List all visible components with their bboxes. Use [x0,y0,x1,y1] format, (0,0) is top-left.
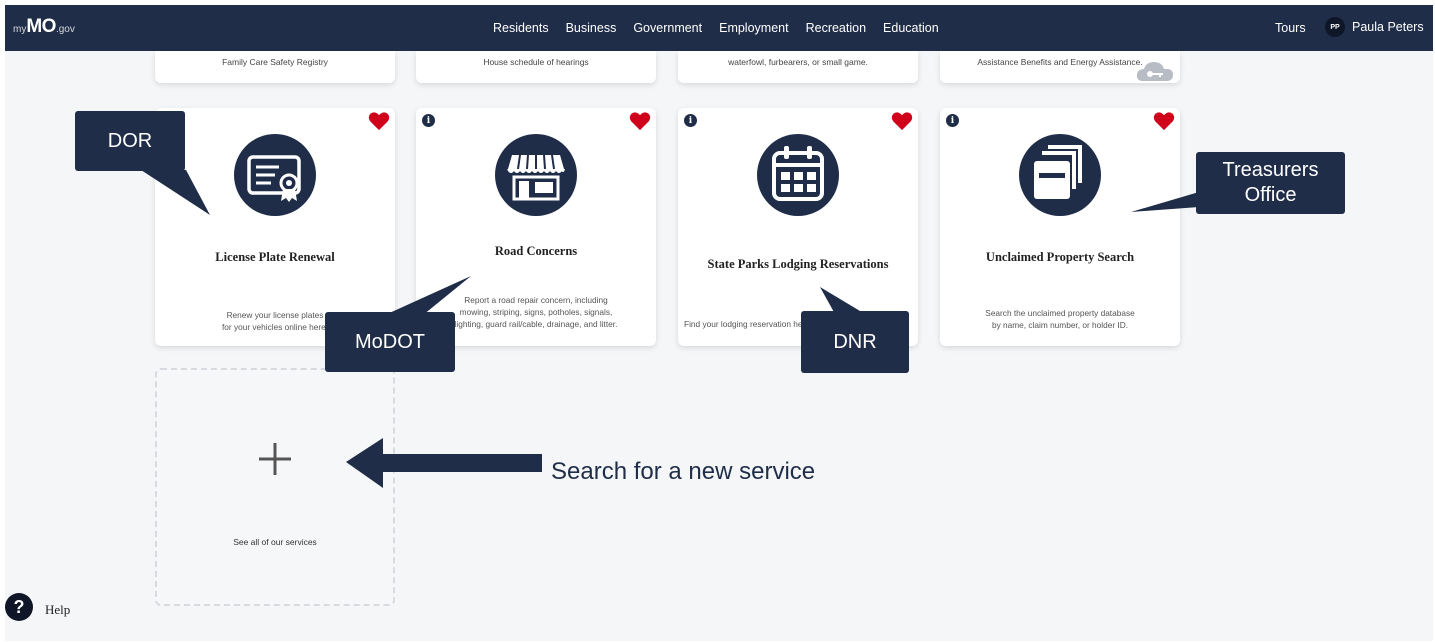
service-card-license-plate-renewal[interactable]: i License Plate Renewal Renew your licen… [155,108,395,346]
card-title: Road Concerns [494,244,578,258]
nav-government[interactable]: Government [633,21,702,35]
add-service-card[interactable]: See all of our services [155,368,395,606]
cloud-key-icon [1136,62,1173,81]
service-card-top-2[interactable]: House schedule of hearings [416,51,656,83]
callout-treasurers-office: Treasurers Office [1196,152,1345,214]
card-description: House schedule of hearings [483,57,589,67]
card-title: State Parks Lodging Reservations [707,257,889,271]
heart-icon[interactable] [629,111,651,131]
callout-modot: MoDOT [325,312,455,372]
user-name: Paula Peters [1352,20,1424,34]
heart-icon[interactable] [368,111,390,131]
card-description: Search the unclaimed property database b… [985,308,1135,330]
plus-icon [259,443,291,475]
file-drawer-icon [1019,134,1101,216]
heart-icon[interactable] [891,111,913,131]
callout-dor: DOR [75,111,185,171]
certificate-icon [234,134,316,216]
see-all-services-label: See all of our services [233,537,317,547]
tours-link[interactable]: Tours [1275,21,1306,35]
main-nav: Residents Business Government Employment… [493,5,939,51]
calendar-icon [757,134,839,216]
callout-dnr: DNR [801,311,909,373]
nav-recreation[interactable]: Recreation [806,21,866,35]
storefront-icon [495,134,577,216]
service-card-unclaimed-property[interactable]: i Unclaimed Property Search Search the u… [940,108,1180,346]
mymo-logo[interactable]: myMO.gov [13,16,75,38]
info-icon[interactable]: i [684,114,697,127]
card-description: waterfowl, furbearers, or small game. [728,57,868,67]
avatar: PP [1325,17,1345,37]
info-icon[interactable]: i [946,114,959,127]
nav-employment[interactable]: Employment [719,21,788,35]
nav-business[interactable]: Business [566,21,617,35]
card-description: Find your lodging reservation here. [684,319,813,329]
help-icon[interactable]: ? [5,593,33,621]
card-title: Unclaimed Property Search [985,250,1135,264]
app-frame: myMO.gov Residents Business Government E… [5,5,1433,641]
info-icon[interactable]: i [422,114,435,127]
user-menu[interactable]: PP Paula Peters [1325,17,1424,37]
help-label[interactable]: Help [45,602,70,618]
service-card-road-concerns[interactable]: i Road Concerns Report a road repair con… [416,108,656,346]
heart-icon[interactable] [1153,111,1175,131]
card-description: Report a road repair concern, including … [454,295,618,329]
nav-education[interactable]: Education [883,21,939,35]
service-card-top-1[interactable]: Family Care Safety Registry [155,51,395,83]
search-annotation-text: Search for a new service [551,458,816,485]
nav-residents[interactable]: Residents [493,21,549,35]
top-nav-bar: myMO.gov Residents Business Government E… [5,5,1433,51]
card-title: License Plate Renewal [215,250,335,264]
service-card-top-3[interactable]: waterfowl, furbearers, or small game. [678,51,918,83]
card-description: Family Care Safety Registry [222,57,328,67]
